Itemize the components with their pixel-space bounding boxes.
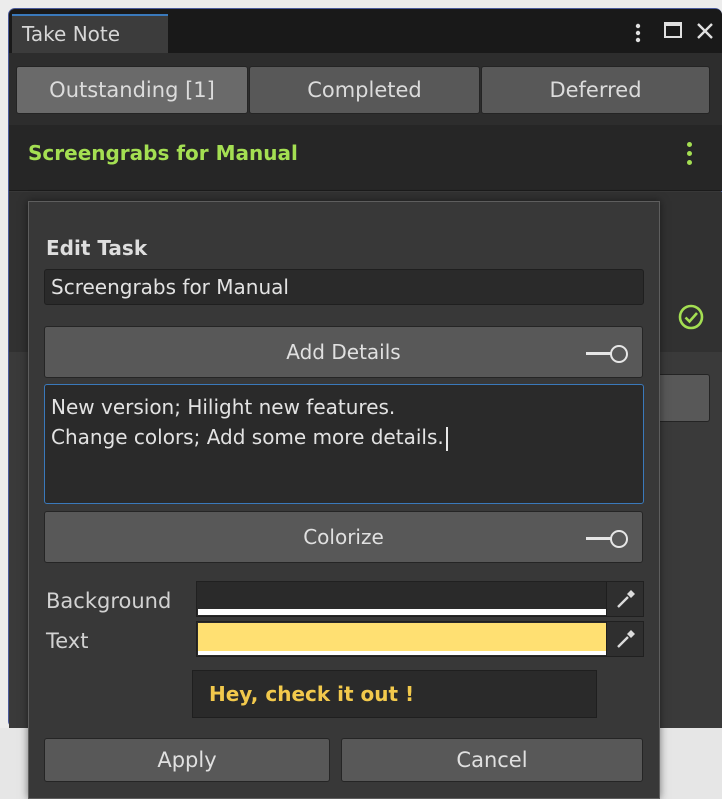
check-circle-icon[interactable]: [674, 300, 708, 334]
eyedropper-icon[interactable]: [606, 622, 643, 656]
tab-completed[interactable]: Completed: [249, 66, 480, 114]
background-color-field[interactable]: [196, 581, 644, 617]
color-preview: Hey, check it out !: [192, 670, 597, 718]
text-caret: [445, 426, 448, 451]
cancel-button[interactable]: Cancel: [341, 738, 643, 782]
task-name-input[interactable]: Screengrabs for Manual: [44, 269, 644, 305]
close-icon[interactable]: [694, 20, 716, 42]
details-textarea[interactable]: New version; Hilight new features. Chang…: [44, 384, 644, 504]
toggle-icon: [586, 530, 628, 548]
window-tab[interactable]: Take Note: [12, 14, 168, 53]
tab-deferred[interactable]: Deferred: [481, 66, 710, 114]
details-line-2: Change colors; Add some more details.: [51, 425, 444, 449]
tab-outstanding[interactable]: Outstanding [1]: [16, 66, 248, 114]
text-color-label: Text: [46, 629, 89, 653]
eyedropper-icon[interactable]: [606, 582, 643, 616]
window-menu-icon[interactable]: [628, 18, 648, 48]
toggle-icon: [586, 345, 628, 363]
text-color-field[interactable]: [196, 621, 644, 657]
text-color-swatch: [198, 623, 606, 655]
background-label: Background: [46, 589, 172, 613]
apply-button[interactable]: Apply: [44, 738, 330, 782]
maximize-icon[interactable]: [664, 22, 682, 38]
popup-heading: Edit Task: [46, 236, 148, 260]
task-title[interactable]: Screengrabs for Manual: [28, 138, 298, 168]
task-menu-icon[interactable]: [682, 138, 698, 170]
background-color-swatch: [198, 583, 606, 615]
details-line-1: New version; Hilight new features.: [51, 395, 396, 419]
colorize-button[interactable]: Colorize: [44, 511, 643, 563]
add-details-label: Add Details: [286, 340, 401, 364]
colorize-label: Colorize: [303, 525, 384, 549]
add-details-button[interactable]: Add Details: [44, 326, 643, 378]
